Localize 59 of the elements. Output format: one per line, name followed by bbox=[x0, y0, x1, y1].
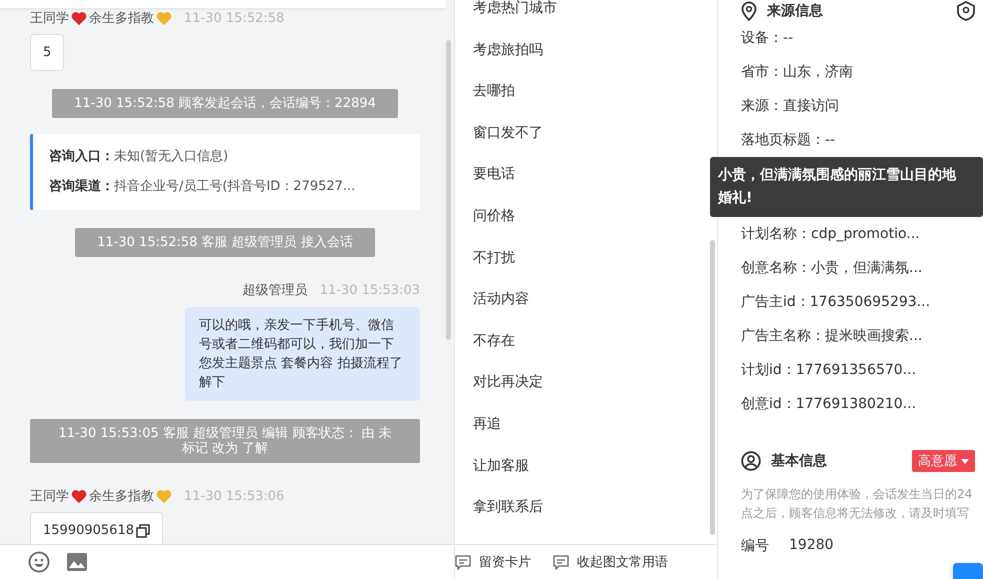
sender-name: 王同学 bbox=[30, 488, 69, 505]
quick-reply-item[interactable]: 活动内容 bbox=[473, 279, 699, 321]
quick-reply-item[interactable]: 窗口发不了 bbox=[473, 112, 699, 154]
scrollbar-thumb[interactable] bbox=[710, 240, 715, 535]
message-bubble: 可以的哦，亲发一下手机号、微信号或者二维码都可以，我们加一下您发主题景点 套餐内容 拍摄流程了解下 bbox=[185, 307, 420, 401]
source-info-row-text: 广告主名称：提米映画搜索... bbox=[741, 327, 924, 346]
source-info-row-text: 落地页标题：-- bbox=[741, 131, 836, 150]
source-info-row-text: 来源：直接访问 bbox=[741, 97, 840, 116]
section-title: 来源信息 bbox=[767, 2, 823, 20]
source-info-row-text: 省市：山东，济南 bbox=[741, 63, 854, 82]
message-bubble: 5 bbox=[30, 34, 64, 71]
field-value: 19280 bbox=[789, 537, 834, 555]
quick-reply-item[interactable]: 考虑旅拍吗 bbox=[473, 30, 699, 72]
toolbar-text-button[interactable]: 留资卡片 bbox=[455, 553, 531, 571]
system-notice: 11-30 15:53:05 客服 超级管理员 编辑 顾客状态： 由 未标记 改为 了解 bbox=[30, 419, 420, 463]
system-notice: 11-30 15:52:58 顾客发起会话，会话编号：22894 bbox=[52, 89, 398, 118]
quick-reply-item[interactable]: 对比再决定 bbox=[473, 362, 699, 404]
quick-reply-item[interactable]: 让加客服 bbox=[473, 446, 699, 488]
shield-icon[interactable] bbox=[957, 1, 975, 21]
quick-reply-item[interactable]: 再追 bbox=[473, 404, 699, 446]
hint-text: 为了保障您的使用体验，会话发生当日的24点之后，顾客信息将无法修改，请及时填写 bbox=[741, 486, 974, 522]
section-title: 基本信息 bbox=[771, 452, 827, 470]
source-info-row-text: 计划名称：cdp_promotio... bbox=[741, 225, 921, 244]
message-card-icon bbox=[553, 554, 569, 570]
message-time: 11-30 15:53:03 bbox=[320, 282, 420, 298]
consult-info-row-text: 咨询入口：未知(暂无入口信息) bbox=[49, 148, 230, 166]
intent-tag-dropdown[interactable]: 高意愿 bbox=[912, 450, 975, 472]
copy-icon[interactable] bbox=[136, 524, 150, 538]
system-notice: 11-30 15:52:58 客服 超级管理员 接入会话 bbox=[75, 228, 375, 257]
quick-reply-item[interactable]: 考虑热门城市 bbox=[473, 0, 699, 30]
scrollbar-thumb[interactable] bbox=[446, 40, 451, 340]
consult-info-row-text: 咨询渠道：抖音企业号/员工号(抖音号ID：279527... bbox=[49, 178, 356, 196]
location-pin-icon bbox=[741, 1, 757, 21]
quick-reply-item[interactable]: 要电话 bbox=[473, 154, 699, 196]
user-circle-icon bbox=[741, 451, 761, 471]
message-bubble: 15990905618 bbox=[30, 512, 163, 544]
source-info-row-text: 创意id：177691380210... bbox=[741, 395, 918, 414]
quick-reply-item[interactable]: 不打扰 bbox=[473, 238, 699, 280]
source-info-row-text: 计划id：177691356570... bbox=[741, 361, 918, 380]
message-time: 11-30 15:53:06 bbox=[184, 488, 284, 504]
source-info-row-text: 设备：-- bbox=[741, 29, 794, 48]
quick-reply-item[interactable]: 问价格 bbox=[473, 196, 699, 238]
quick-reply-item[interactable]: 去哪拍 bbox=[473, 71, 699, 113]
message-time: 11-30 15:52:58 bbox=[184, 10, 284, 26]
sender-name: 超级管理员 bbox=[242, 282, 308, 299]
sender-name: 余生多指教 bbox=[89, 10, 154, 27]
source-info-row-text: 创意名称：小贵，但满满氛... bbox=[741, 259, 924, 278]
message-card-icon bbox=[455, 554, 471, 570]
sender-name: 余生多指教 bbox=[89, 488, 154, 505]
sender-name: 王同学 bbox=[30, 10, 69, 27]
quick-reply-item[interactable]: 不存在 bbox=[473, 320, 699, 362]
field-label: 编号 bbox=[741, 537, 769, 555]
image-icon[interactable] bbox=[66, 552, 88, 572]
toolbar-text-button[interactable]: 收起图文常用语 bbox=[553, 553, 668, 571]
tooltip: 小贵，但满满氛围感的丽江雪山目的地婚礼! bbox=[710, 157, 983, 217]
quick-reply-item[interactable]: 拿到联系后 bbox=[473, 487, 699, 529]
emoji-icon[interactable] bbox=[28, 551, 50, 573]
source-info-row-text: 广告主id：176350695293... bbox=[741, 293, 932, 312]
caret-icon bbox=[961, 458, 969, 464]
